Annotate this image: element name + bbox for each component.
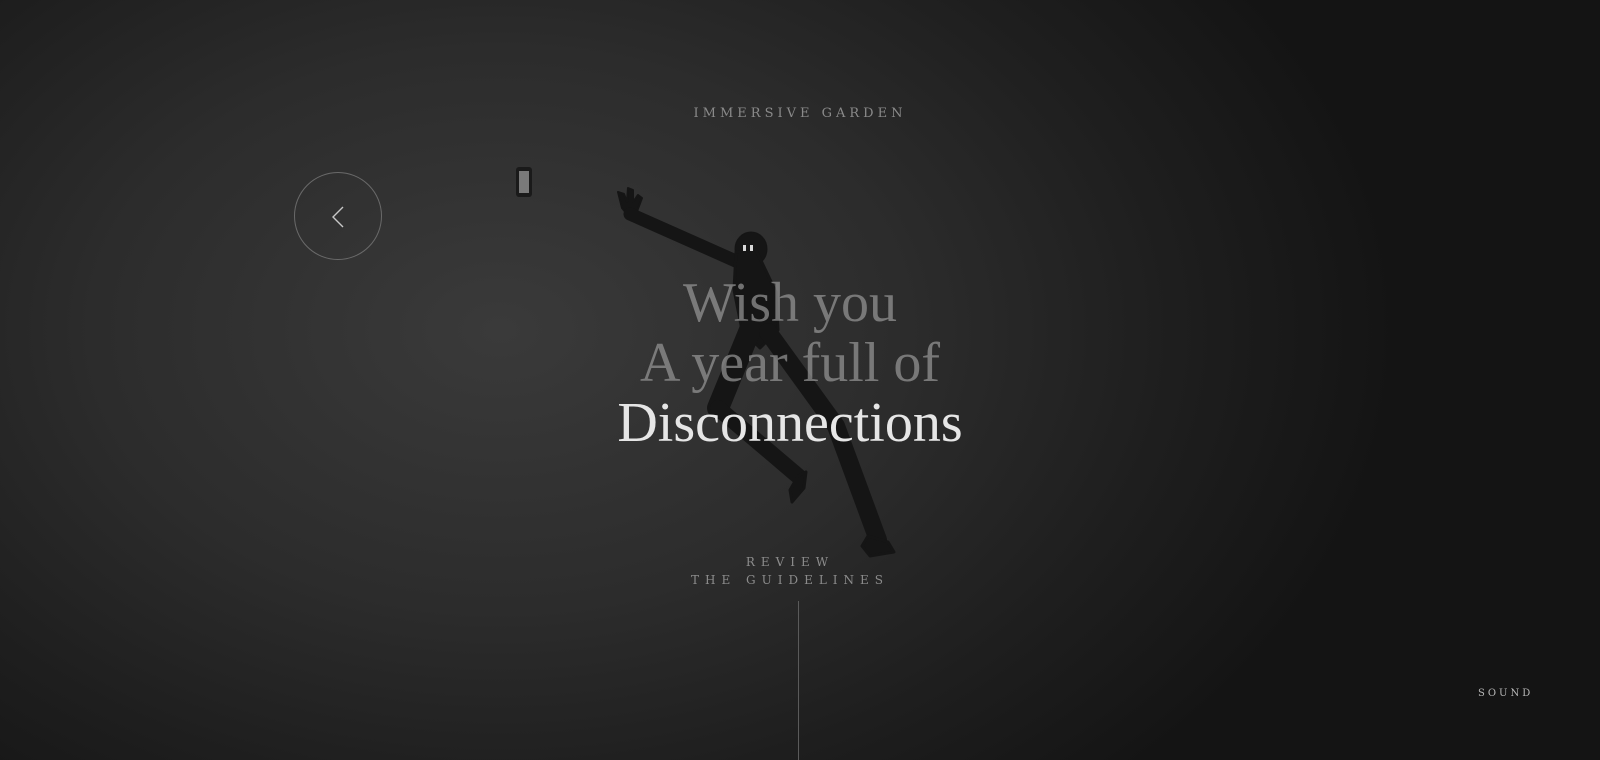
scroll-indicator-line (798, 601, 799, 760)
review-guidelines-link[interactable]: REVIEW THE GUIDELINES (0, 553, 1580, 589)
headline-line-3: Disconnections (617, 392, 963, 454)
brand-logo[interactable]: IMMERSIVE GARDEN (0, 106, 1600, 121)
headline-line-2: A year full of (639, 332, 941, 394)
sound-toggle[interactable]: SOUND (1478, 688, 1533, 699)
review-label: REVIEW (745, 555, 835, 569)
headline: Wish you A year full of Disconnections (0, 273, 1580, 453)
headline-line-1: Wish you (683, 272, 897, 334)
landing-stage: IMMERSIVE GARDEN Wish you A year full of… (0, 0, 1600, 760)
back-button[interactable] (294, 172, 382, 260)
chevron-left-icon (332, 206, 344, 228)
phone-icon (516, 167, 532, 197)
guidelines-label: THE GUIDELINES (690, 573, 890, 587)
